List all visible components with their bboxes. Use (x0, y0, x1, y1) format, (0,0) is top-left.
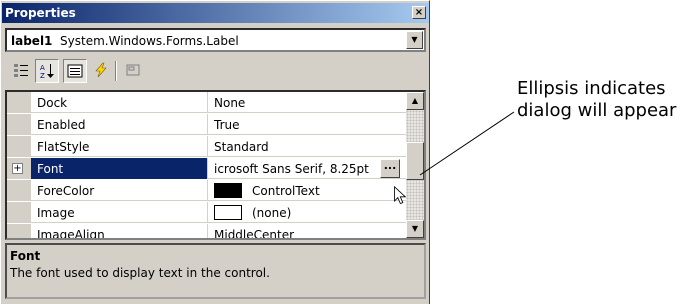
property-row[interactable]: Image (none) (7, 202, 406, 223)
object-name: label1 (11, 34, 53, 48)
chevron-down-icon: ▼ (411, 35, 418, 44)
color-swatch (214, 183, 242, 198)
scroll-up-button[interactable]: ▲ (406, 92, 424, 110)
property-value: ControlText (252, 184, 320, 198)
window-title: Properties (5, 6, 76, 20)
events-button[interactable] (89, 59, 113, 83)
categorized-icon (14, 64, 28, 77)
property-value: MiddleCenter (214, 228, 295, 240)
property-value: (none) (252, 206, 292, 220)
properties-icon (67, 64, 83, 78)
description-text: The font used to display text in the con… (10, 266, 270, 280)
scroll-down-button[interactable]: ▼ (406, 220, 424, 238)
svg-text:Z: Z (40, 72, 45, 79)
close-button[interactable]: × (412, 6, 426, 19)
description-pane: Font The font used to display text in th… (5, 243, 426, 299)
property-name: ImageAlign (37, 228, 105, 240)
property-name: ForeColor (37, 184, 95, 198)
mouse-pointer-icon (394, 186, 407, 205)
svg-text:A: A (40, 64, 45, 72)
property-row-selected[interactable]: + Font icrosoft Sans Serif, 8.25pt ... (7, 158, 406, 179)
property-pages-icon (126, 64, 140, 76)
categorized-button[interactable] (9, 59, 33, 83)
property-value: True (214, 118, 240, 132)
toolbar-separator (115, 61, 117, 81)
property-name: Font (37, 162, 64, 176)
chevron-down-icon: ▼ (411, 224, 419, 233)
property-name: FlatStyle (37, 140, 90, 154)
property-name: Dock (37, 96, 68, 110)
property-grid: Dock None Enabled True FlatStyle Standar… (5, 90, 426, 240)
property-name: Image (37, 206, 75, 220)
properties-button[interactable] (63, 59, 87, 83)
property-row[interactable]: ForeColor ControlText (7, 180, 406, 201)
object-selector[interactable]: label1 System.Windows.Forms.Label ▼ (5, 28, 426, 52)
image-preview (214, 205, 242, 220)
events-icon (95, 62, 107, 78)
alphabetical-button[interactable]: A Z (35, 59, 59, 83)
property-row[interactable]: ImageAlign MiddleCenter (7, 224, 406, 240)
close-icon: × (414, 7, 424, 18)
properties-window: Properties × label1 System.Windows.Forms… (0, 0, 430, 304)
property-row[interactable]: Dock None (7, 92, 406, 113)
vertical-scrollbar[interactable]: ▲ ▼ (406, 92, 424, 238)
property-value: None (214, 96, 246, 110)
property-value[interactable]: icrosoft Sans Serif, 8.25pt (214, 162, 369, 176)
property-pages-button[interactable] (121, 59, 145, 83)
description-title: Font (10, 249, 41, 263)
title-bar[interactable]: Properties × (2, 3, 429, 23)
property-row[interactable]: Enabled True (7, 114, 406, 135)
scroll-thumb[interactable] (406, 142, 424, 180)
object-selector-dropdown-button[interactable]: ▼ (406, 31, 423, 49)
callout-text: Ellipsis indicates dialog will appear (517, 78, 677, 121)
expand-icon[interactable]: + (12, 163, 23, 174)
object-type: System.Windows.Forms.Label (60, 34, 239, 48)
alphabetical-icon: A Z (40, 64, 54, 80)
chevron-up-icon: ▲ (411, 96, 419, 105)
property-row[interactable]: FlatStyle Standard (7, 136, 406, 157)
property-value: Standard (214, 140, 269, 154)
ellipsis-button[interactable]: ... (380, 159, 400, 178)
property-name: Enabled (37, 118, 86, 132)
